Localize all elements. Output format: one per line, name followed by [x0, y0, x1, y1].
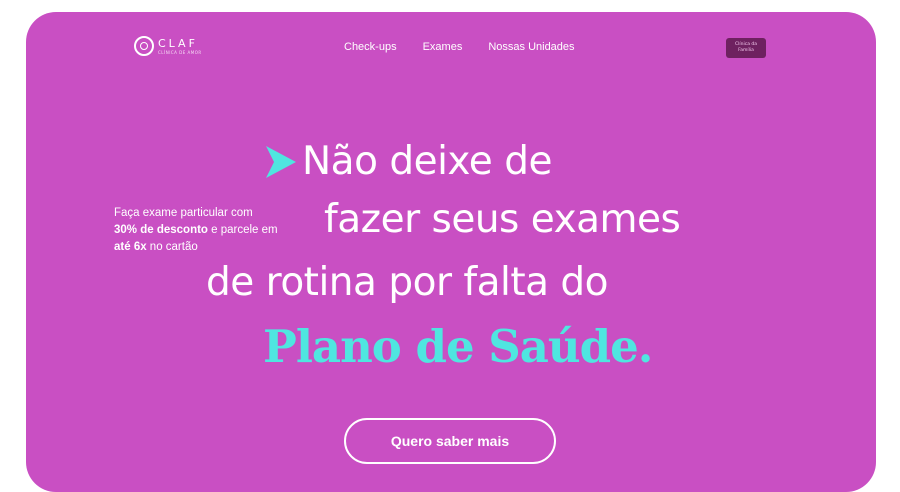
headline-line-1: Não deixe de	[266, 139, 552, 184]
nav-item-unidades[interactable]: Nossas Unidades	[488, 41, 574, 53]
promo-line-2: 30% de desconto e parcele em	[114, 222, 278, 239]
headline-line-2: fazer seus exames	[324, 197, 681, 242]
promo-line-1: Faça exame particular com	[114, 207, 253, 219]
promo-installments: até 6x	[114, 241, 147, 253]
promo-discount: 30% de desconto	[114, 224, 208, 236]
promo-line-2-rest: e parcele em	[207, 224, 278, 236]
headline-line-3: de rotina por falta do	[206, 260, 609, 305]
brand-logo[interactable]: CLAF CLÍNICA DE AMOR	[134, 36, 202, 56]
promo-line-3-rest: no cartão	[146, 241, 198, 253]
hero-section: CLAF CLÍNICA DE AMOR Check-ups Exames No…	[26, 12, 876, 492]
headline-line-1-text: Não deixe de	[302, 139, 552, 184]
headline-line-4: Plano de Saúde.	[263, 320, 653, 373]
main-nav: Check-ups Exames Nossas Unidades	[344, 41, 575, 53]
brand-name: CLAF	[158, 36, 198, 50]
promo-text: Faça exame particular com 30% de descont…	[114, 205, 278, 256]
header-cta-button[interactable]: Clínica da Família	[726, 38, 766, 58]
nav-item-exames[interactable]: Exames	[423, 41, 463, 53]
promo-line-3: até 6x no cartão	[114, 239, 278, 256]
nav-item-checkups[interactable]: Check-ups	[344, 41, 397, 53]
quero-saber-mais-button[interactable]: Quero saber mais	[344, 418, 556, 464]
brand-tagline: CLÍNICA DE AMOR	[158, 49, 202, 55]
logo-icon	[134, 36, 154, 56]
arrow-icon	[266, 145, 296, 178]
